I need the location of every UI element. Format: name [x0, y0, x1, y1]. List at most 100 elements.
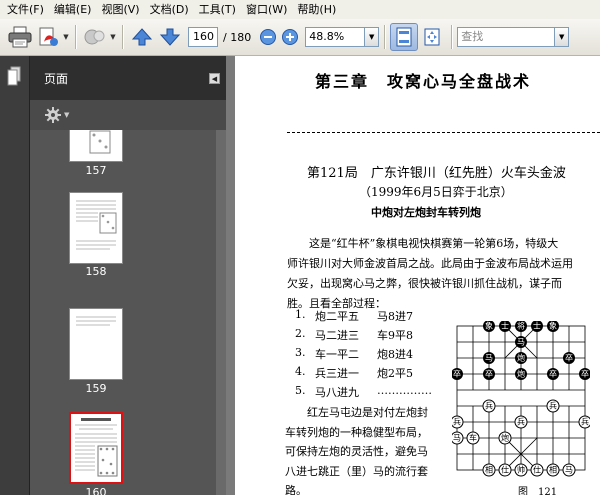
red-piece: 马 — [562, 463, 576, 477]
svg-text:卒: 卒 — [581, 369, 589, 379]
opening-name: 中炮对左炮封车转列炮 — [371, 206, 481, 219]
move-row: 1. 炮二平五 马8进7 — [295, 308, 432, 327]
collaborate-dropdown-icon[interactable]: ▼ — [109, 23, 117, 51]
toolbar: ▼ ▼ 160 / 180 48.8% ▼ 查找 ▼ — [0, 19, 600, 56]
red-piece: 兵 — [546, 399, 560, 413]
move-black: 炮2平5 — [377, 367, 413, 380]
fit-page-icon[interactable] — [390, 23, 419, 51]
black-piece: 象 — [547, 321, 559, 332]
pane-splitter[interactable] — [226, 56, 235, 495]
black-piece: 卒 — [547, 368, 559, 380]
create-pdf-dropdown-icon[interactable]: ▼ — [62, 23, 70, 51]
collapse-panel-icon[interactable]: ◀ — [209, 73, 220, 84]
options-gear-icon[interactable]: ▼ — [44, 106, 69, 124]
black-piece: 卒 — [452, 368, 463, 380]
menu-tools[interactable]: 工具(T) — [194, 0, 241, 19]
zoom-level-input[interactable]: 48.8% — [305, 27, 366, 47]
move-row: 5. 马八进九 …………… — [295, 384, 432, 403]
svg-text:兵: 兵 — [549, 401, 557, 411]
intro-paragraph-line: 欠妥，出现窝心马之弊，很快被许银川抓住战机，谋子而 — [287, 277, 562, 290]
red-piece: 车 — [466, 431, 480, 445]
black-piece: 将 — [515, 321, 527, 332]
menu-edit[interactable]: 编辑(E) — [49, 0, 97, 19]
menu-help[interactable]: 帮助(H) — [292, 0, 341, 19]
commentary-line: 车转列炮的一种稳健型布局， — [285, 425, 428, 439]
move-red: 马二进三 — [315, 329, 359, 342]
figure-caption: 图 121 — [518, 487, 558, 495]
search-input[interactable]: 查找 — [457, 27, 556, 47]
black-piece: 马 — [515, 336, 527, 348]
document-page: 第三章 攻窝心马全盘战术 第121局 广东许银川（红先胜）火车头金波 （1999… — [235, 56, 600, 495]
page-thumbnail[interactable] — [69, 308, 123, 380]
svg-text:相: 相 — [549, 465, 557, 475]
commentary-line: 红左马屯边是对付左炮封 — [285, 406, 428, 419]
zoom-dropdown-icon[interactable]: ▼ — [365, 27, 380, 47]
svg-text:兵: 兵 — [581, 417, 589, 427]
pages-panel: 页面 ◀ ▼ 157 158 159 160 — [30, 56, 226, 495]
svg-text:马: 马 — [453, 434, 461, 443]
svg-text:象: 象 — [485, 321, 493, 331]
toolbar-separator — [451, 25, 453, 49]
move-number: 3. — [295, 346, 306, 359]
search-dropdown-icon[interactable]: ▼ — [555, 27, 570, 47]
page-thumbnail-label: 159 — [85, 382, 107, 395]
page-thumbnail-selected[interactable] — [69, 412, 123, 484]
page-thumbnail[interactable] — [69, 130, 123, 162]
svg-text:卒: 卒 — [565, 353, 573, 363]
printer-icon[interactable] — [6, 23, 34, 51]
svg-text:炮: 炮 — [501, 433, 509, 443]
svg-text:炮: 炮 — [517, 369, 525, 379]
game-title: 第121局 广东许银川（红先胜）火车头金波 — [307, 166, 566, 181]
acrobat-reader-window: 文件(F) 编辑(E) 视图(V) 文档(D) 工具(T) 窗口(W) 帮助(H… — [0, 0, 600, 495]
svg-text:卒: 卒 — [485, 369, 493, 379]
pages-panel-title: 页面 — [44, 71, 69, 86]
move-black: 炮8进4 — [377, 348, 413, 361]
zoom-out-icon[interactable] — [257, 23, 279, 51]
thumbnail-scrollbar[interactable] — [216, 130, 226, 495]
toolbar-separator — [384, 25, 386, 49]
svg-text:车: 车 — [469, 433, 477, 443]
svg-text:仕: 仕 — [533, 465, 541, 475]
intro-paragraph-line: 师许银川对大师金波首局之战。此局由于金波布局战术运用 — [287, 257, 573, 270]
black-piece: 卒 — [563, 352, 575, 364]
xiangqi-board-diagram: 象 士 将 士 象 马 马 炮 卒 卒 卒 炮 卒 卒 兵 兵 兵 兵 兵 马 — [452, 321, 590, 477]
game-date: （1999年6月5日弈于北京） — [359, 185, 513, 199]
commentary-line: 可保持左炮的灵活性，避免马 — [285, 445, 428, 459]
red-piece: 兵 — [514, 415, 528, 429]
black-piece: 炮 — [515, 368, 527, 380]
page-number-input[interactable]: 160 — [188, 27, 218, 47]
svg-text:相: 相 — [485, 465, 493, 475]
previous-page-icon[interactable] — [128, 23, 156, 51]
move-red: 炮二平五 — [315, 310, 359, 323]
black-piece: 象 — [483, 321, 495, 332]
move-number: 4. — [295, 365, 306, 378]
move-black: 马8进7 — [377, 310, 413, 323]
pages-panel-icon[interactable] — [7, 66, 23, 89]
toolbar-separator — [75, 25, 76, 49]
create-pdf-icon[interactable] — [34, 23, 62, 51]
fit-width-icon[interactable] — [418, 23, 446, 51]
move-number: 1. — [295, 308, 306, 321]
thumbnail-list: 157 158 159 160 — [30, 130, 216, 495]
move-black: 车9平8 — [377, 329, 413, 342]
page-total-label: / 180 — [223, 30, 252, 44]
menu-view[interactable]: 视图(V) — [96, 0, 144, 19]
move-red: 马八进九 — [315, 386, 359, 399]
zoom-in-icon[interactable] — [279, 23, 301, 51]
red-piece: 兵 — [578, 415, 590, 429]
svg-text:兵: 兵 — [453, 417, 461, 427]
menu-document[interactable]: 文档(D) — [145, 0, 194, 19]
svg-text:仕: 仕 — [501, 465, 509, 475]
page-thumbnail-label: 160 — [85, 486, 107, 495]
collaborate-icon[interactable] — [81, 23, 109, 51]
chapter-title: 第三章 攻窝心马全盘战术 — [315, 72, 532, 91]
menu-window[interactable]: 窗口(W) — [241, 0, 292, 19]
red-piece: 相 — [546, 463, 560, 477]
black-piece: 炮 — [515, 352, 527, 364]
menu-file[interactable]: 文件(F) — [2, 0, 49, 19]
page-thumbnail[interactable] — [69, 192, 123, 264]
toolbar-separator — [122, 25, 123, 49]
intro-paragraph-line: 这是“红牛杯”象棋电视快棋赛第一轮第6场，特级大 — [287, 237, 559, 250]
next-page-icon[interactable] — [156, 23, 184, 51]
red-piece: 兵 — [452, 415, 464, 429]
